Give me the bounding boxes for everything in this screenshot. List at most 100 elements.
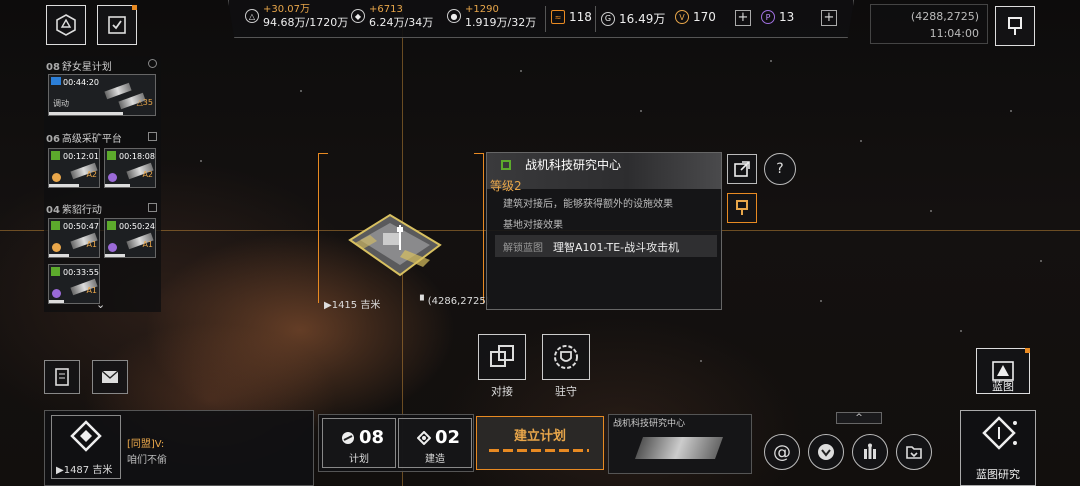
flag-icon: ▶	[324, 300, 332, 311]
people-icon	[864, 443, 876, 459]
green-tag-icon	[51, 267, 60, 276]
build-plan-label: 建立计划	[513, 429, 566, 444]
members-button[interactable]	[852, 434, 888, 470]
green-tag-icon	[107, 221, 116, 230]
gold-coin-icon: V	[675, 10, 689, 24]
chevron-rank-icon: ≈	[551, 10, 565, 24]
map-pin-icon	[736, 200, 748, 215]
purple-gem-icon: P	[761, 10, 775, 24]
build-icon	[417, 431, 431, 445]
divider	[545, 6, 546, 32]
bookmark-button[interactable]	[995, 6, 1035, 46]
chat-panel[interactable]: ▶1487 吉米 [同盟]V: 咱们不偷	[44, 410, 314, 486]
chevron-down-icon[interactable]: ⌄	[96, 298, 105, 311]
task-list: 08 舒女星计划 00:44:20 调动 △35 06 高级采矿平台 00:12:0…	[44, 56, 161, 312]
currency-one[interactable]: G 16.49万	[601, 10, 665, 27]
coordinates: (4288,2725)	[910, 10, 979, 23]
galaxy-button[interactable]: @	[764, 434, 800, 470]
resource-gas[interactable]: ● +1290 1.919万/32万	[447, 3, 536, 29]
resource-ore[interactable]: △ +30.07万 94.68万/1720万	[245, 3, 348, 29]
ore-icon	[52, 243, 61, 252]
resource-amount: 94.68万/1720万	[263, 16, 349, 29]
share-button[interactable]	[727, 154, 757, 184]
location-info: (4288,2725) 11:04:00	[870, 4, 988, 44]
task-timer: 00:50:47	[63, 222, 99, 231]
plan-label: 计划	[349, 454, 369, 465]
checkbox-icon	[148, 132, 157, 141]
garrison-button[interactable]	[542, 334, 590, 380]
g-coin-icon: G	[601, 11, 615, 26]
structure-coords: ▘(4286,2725)	[420, 296, 490, 307]
expand-button[interactable]: ^	[836, 412, 882, 424]
task-tag: △35	[136, 98, 153, 107]
resource-amount: 6.24万/34万	[369, 16, 434, 29]
currency-value: 13	[779, 10, 795, 24]
task-card[interactable]: 00:50:47 A1	[48, 218, 100, 258]
progress-bar	[49, 300, 64, 303]
build-plan-button[interactable]: 建立计划	[476, 416, 604, 470]
currency-three[interactable]: P 13	[761, 10, 794, 24]
ore-icon	[52, 173, 61, 182]
task-card[interactable]: 00:50:24 A1	[104, 218, 156, 258]
plan-icon	[342, 432, 354, 444]
resource-amount: 1.919万/32万	[465, 16, 537, 29]
chat-message: 咱们不偷	[127, 455, 167, 466]
ore-icon	[108, 243, 117, 252]
resource-increase: +6713	[369, 4, 403, 15]
currency-two[interactable]: V 170	[675, 10, 716, 24]
resource-increase: +1290	[465, 4, 499, 15]
envelope-icon	[101, 370, 119, 383]
alliance-emblem[interactable]: ▶1487 吉米	[51, 415, 121, 479]
blueprint-research-button[interactable]: 蓝图研究	[960, 410, 1036, 486]
dock-button[interactable]	[478, 334, 526, 380]
bookmark-structure-button[interactable]	[727, 193, 757, 223]
log-button[interactable]	[44, 360, 80, 394]
add-gem-button[interactable]: +	[821, 10, 837, 26]
arrows-icon	[51, 77, 61, 85]
task-timer: 00:18:08	[119, 152, 155, 161]
task-header: 04 紫貂行动	[46, 205, 102, 216]
pin-icon: ▘	[420, 296, 428, 307]
progress-bar	[105, 254, 125, 257]
spiral-icon: @	[773, 441, 791, 463]
research-station-model[interactable]	[345, 205, 445, 285]
help-button[interactable]: ?	[764, 153, 796, 185]
structure-info-panel: 战机科技研究中心 等级2 建筑对接后，能够获得额外的设施效果 基地对接效果 解锁…	[486, 152, 722, 310]
distance-label: ▶1415 吉米	[324, 296, 380, 311]
ship-thumbnail	[104, 82, 132, 100]
dock-effect-label: 基地对接效果	[503, 220, 563, 231]
plan-tab[interactable]: 08 计划	[322, 418, 396, 468]
minimize-icon[interactable]	[148, 203, 157, 212]
structure-preview[interactable]: 战机科技研究中心	[608, 414, 752, 474]
resource-crystal[interactable]: ◆ +6713 6.24万/34万	[351, 3, 433, 29]
frame-corner	[474, 153, 484, 303]
plan-count: 08	[359, 427, 385, 448]
frame-corner	[318, 153, 328, 303]
download-button[interactable]	[808, 434, 844, 470]
status-circle-icon	[148, 59, 157, 68]
currency-value: 16.49万	[619, 12, 666, 26]
add-currency-button[interactable]: +	[735, 10, 751, 26]
stat-chevron[interactable]: ≈ 118	[551, 10, 592, 24]
task-card[interactable]: 00:18:08 A2	[104, 148, 156, 188]
task-card[interactable]: 00:44:20 调动 △35	[48, 74, 156, 116]
task-timer: 00:44:20	[63, 78, 99, 87]
preview-title: 战机科技研究中心	[613, 419, 686, 429]
folder-button[interactable]	[896, 434, 932, 470]
task-card[interactable]: 00:12:01 A2	[48, 148, 100, 188]
alliance-logo-icon	[70, 420, 102, 452]
task-card[interactable]: 00:33:55 A1	[48, 264, 100, 304]
crystal-ore-icon: ◆	[351, 9, 365, 23]
build-tab[interactable]: 02 建造	[398, 418, 472, 468]
chevron-up-icon: ^	[855, 413, 863, 423]
notification-dot	[1025, 348, 1030, 353]
dock-squares-icon	[490, 345, 514, 367]
structure-level: 等级2	[490, 179, 522, 193]
missions-button[interactable]	[97, 5, 137, 45]
folder-icon	[906, 446, 922, 459]
currency-value: 170	[693, 10, 716, 24]
distance-value: 1415 吉米	[331, 300, 381, 311]
mail-button[interactable]	[92, 360, 128, 394]
task-tag: A1	[86, 286, 97, 295]
fleet-button[interactable]	[46, 5, 86, 45]
